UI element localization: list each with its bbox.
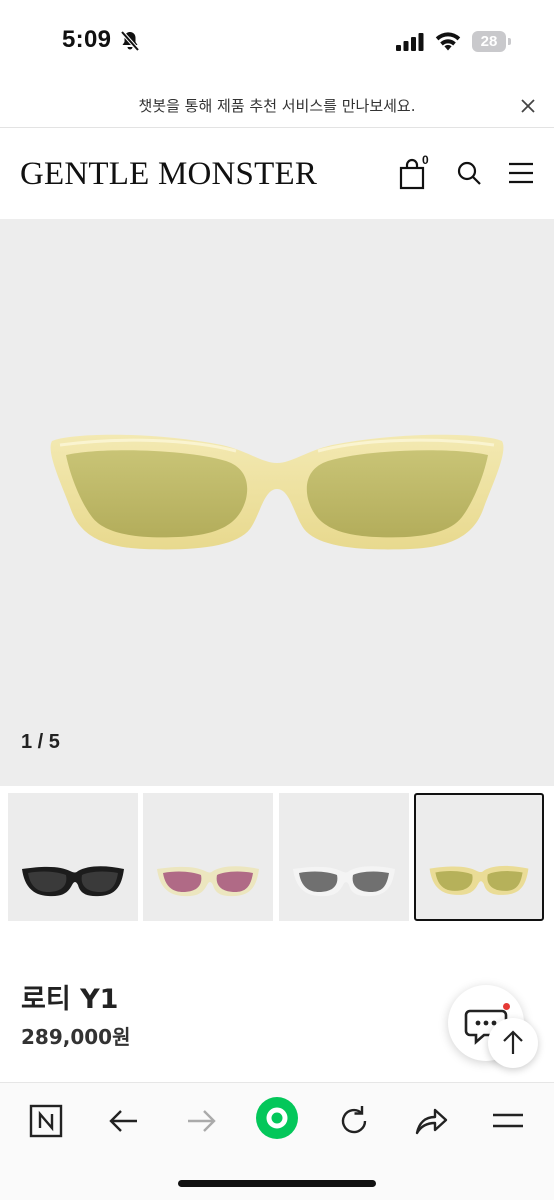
- thumb-glasses: [293, 866, 395, 897]
- share-icon[interactable]: [411, 1101, 451, 1141]
- status-time: 5:09: [62, 26, 112, 53]
- thumbnail-yellow-selected[interactable]: [414, 793, 544, 921]
- hamburger-menu-icon[interactable]: [508, 162, 534, 184]
- wifi-icon: [435, 32, 461, 51]
- thumb-glasses: [157, 866, 259, 897]
- product-image-carousel[interactable]: 1 / 5: [0, 219, 554, 786]
- thumbnail-cream-pink[interactable]: [143, 793, 273, 921]
- refresh-icon[interactable]: [334, 1101, 374, 1141]
- back-arrow-icon[interactable]: [104, 1101, 144, 1141]
- notification-dot: [503, 1003, 510, 1010]
- thumb-glasses: [22, 866, 124, 897]
- status-bar: 5:09 28: [0, 0, 554, 82]
- site-header: GENTLE MONSTER 0: [0, 129, 554, 219]
- bell-slash-icon: [120, 30, 140, 52]
- thumbnail-strip: [0, 791, 554, 925]
- battery-icon: 28: [472, 31, 512, 52]
- thumbnail-clear-gray[interactable]: [279, 793, 409, 921]
- brand-logo[interactable]: GENTLE MONSTER: [20, 156, 317, 193]
- search-icon[interactable]: [456, 160, 482, 186]
- close-icon[interactable]: [518, 96, 538, 116]
- battery-level: 28: [480, 33, 498, 50]
- product-price: 289,000원: [21, 1025, 131, 1049]
- notice-text[interactable]: 챗봇을 통해 제품 추천 서비스를 만나보세요.: [0, 95, 554, 116]
- thumbnail-black[interactable]: [8, 793, 138, 921]
- image-counter: 1 / 5: [21, 731, 60, 753]
- naver-n-icon[interactable]: [26, 1101, 66, 1141]
- product-name: 로티 Y1: [21, 984, 119, 1015]
- home-indicator: [178, 1180, 376, 1187]
- menu-icon[interactable]: [488, 1101, 528, 1141]
- arrow-up-icon: [503, 1030, 523, 1054]
- signal-icon: [396, 33, 424, 51]
- chatbot-notice-banner: 챗봇을 통해 제품 추천 서비스를 만나보세요.: [0, 86, 554, 128]
- cart-count-badge: 0: [422, 153, 429, 167]
- sunglasses-image: [50, 434, 504, 550]
- scroll-top-button[interactable]: [488, 1018, 538, 1068]
- thumb-glasses: [429, 865, 529, 895]
- green-dot-icon[interactable]: [255, 1096, 299, 1140]
- forward-arrow-icon[interactable]: [181, 1101, 221, 1141]
